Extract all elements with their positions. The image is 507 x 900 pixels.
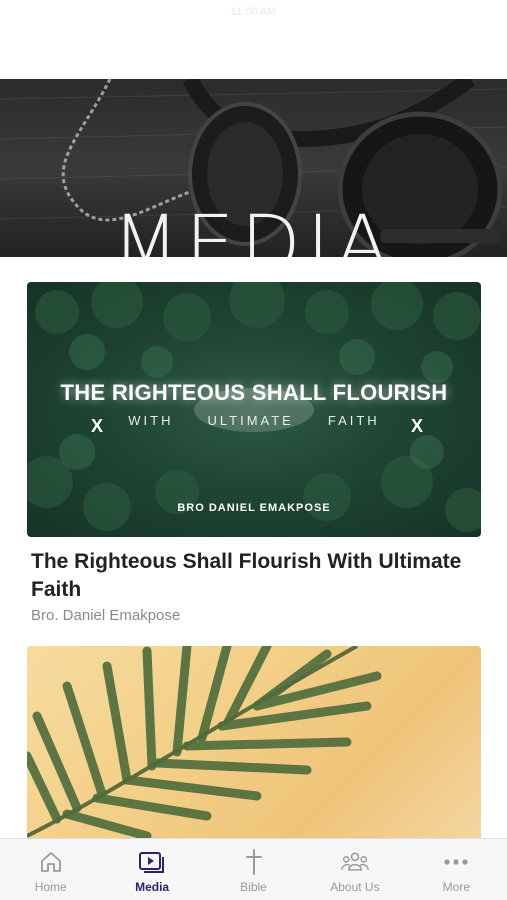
home-icon	[37, 848, 65, 876]
sermon-card[interactable]: THE RIGHTEOUS SHALL FLOURISH X WITH ULTI…	[27, 282, 481, 624]
sermon-card[interactable]	[27, 646, 481, 846]
media-hero-banner: MEDIA	[0, 79, 507, 257]
tab-label: More	[442, 880, 470, 894]
sermon-thumbnail[interactable]: THE RIGHTEOUS SHALL FLOURISH X WITH ULTI…	[27, 282, 481, 537]
sermon-thumbnail[interactable]	[27, 646, 481, 846]
sermon-title[interactable]: The Righteous Shall Flourish With Ultima…	[27, 548, 481, 604]
tab-more[interactable]: More	[406, 839, 507, 900]
page-title: MEDIA	[111, 200, 395, 257]
status-bar: 11:00 AM	[0, 0, 507, 28]
cross-icon	[240, 848, 268, 876]
tab-about-us[interactable]: About Us	[304, 839, 405, 900]
tab-label: Bible	[240, 880, 267, 894]
sermon-speaker: Bro. Daniel Emakpose	[31, 607, 181, 624]
thumbnail-x-mark: X	[411, 416, 424, 436]
thumbnail-subtitle-word: FAITH	[327, 413, 380, 428]
thumbnail-subtitle-word: ULTIMATE	[207, 413, 294, 428]
tab-home[interactable]: Home	[0, 839, 101, 900]
status-time: 11:00 AM	[230, 6, 277, 18]
bottom-tab-bar: Home Media Bible About Us More	[0, 838, 507, 900]
forest-background-image	[27, 282, 481, 532]
tab-label: About Us	[330, 880, 380, 894]
thumbnail-title: THE RIGHTEOUS SHALL FLOURISH	[60, 380, 448, 405]
palm-leaf-image	[27, 646, 382, 841]
more-dots-icon	[442, 848, 470, 876]
media-screen: 11:00 AM MEDIA THE RIGHTEOUS SHALL FLOUR…	[0, 0, 507, 900]
media-play-icon	[138, 848, 166, 876]
tab-label: Media	[135, 880, 170, 894]
tab-bible[interactable]: Bible	[203, 839, 304, 900]
tab-media[interactable]: Media	[101, 839, 202, 900]
people-icon	[341, 848, 369, 876]
thumbnail-subtitle-word: WITH	[128, 413, 174, 428]
tab-label: Home	[34, 880, 67, 894]
thumbnail-speaker: BRO DANIEL EMAKPOSE	[177, 502, 331, 514]
